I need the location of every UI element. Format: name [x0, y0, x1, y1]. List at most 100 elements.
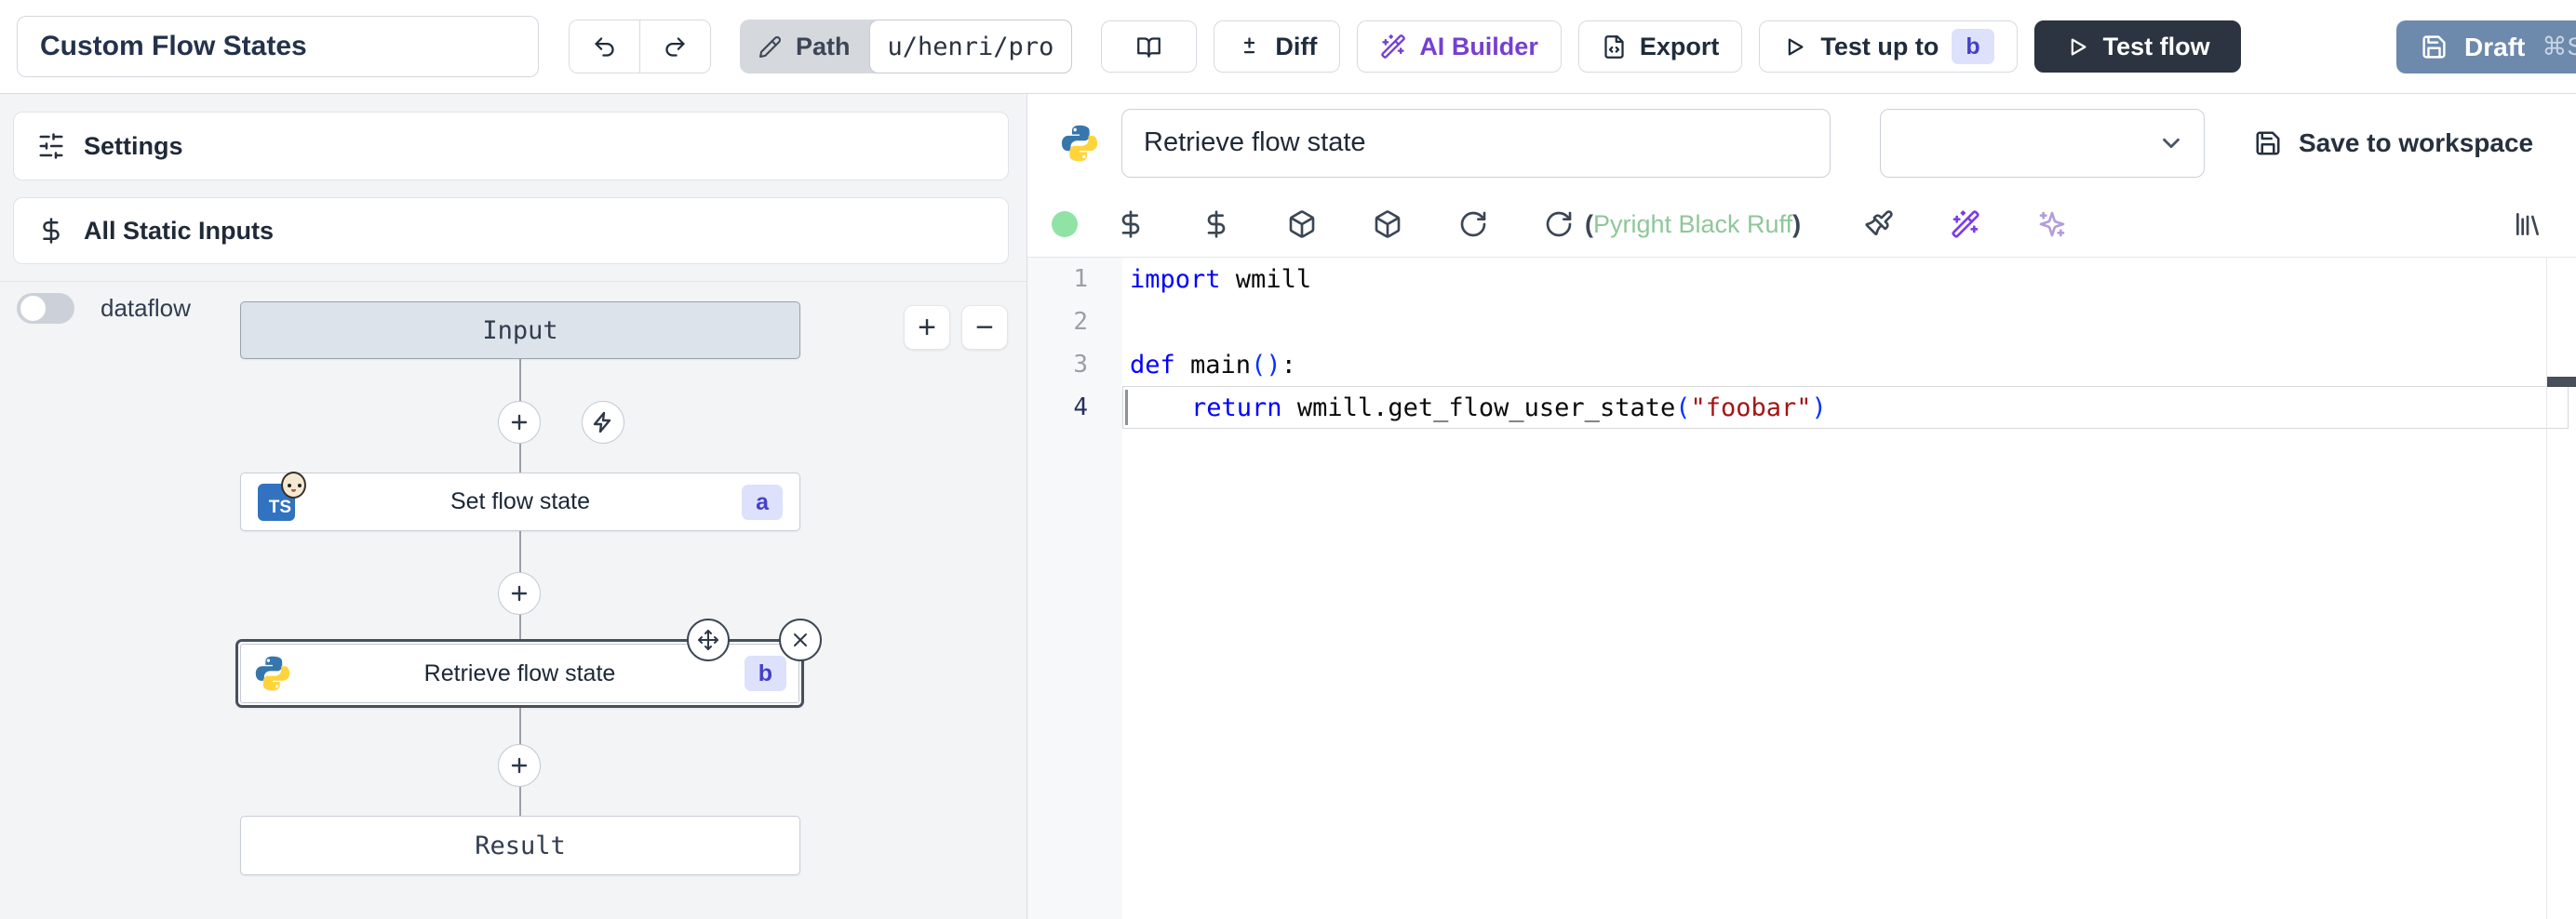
flow-graph-panel: Settings All Static Inputs dataflow + − … — [0, 94, 1027, 919]
play-icon — [1782, 34, 1807, 60]
step-header: Save to workspace — [1027, 94, 2576, 192]
code-assistants-label[interactable]: (Pyright Black Ruff) — [1585, 210, 1801, 239]
step-id-badge: a — [742, 485, 783, 520]
reload-icon[interactable] — [1544, 209, 1574, 239]
zoom-in-button[interactable]: + — [904, 305, 950, 350]
docs-button[interactable] — [1101, 20, 1197, 73]
main-split: Settings All Static Inputs dataflow + − … — [0, 94, 2576, 919]
line-number: 4 — [1027, 393, 1122, 421]
line-number: 3 — [1027, 351, 1122, 379]
move-step-button[interactable] — [687, 619, 730, 661]
format-brush-icon[interactable] — [1864, 209, 1894, 239]
diff-icon — [1237, 34, 1262, 60]
lsp-status-dot — [1052, 211, 1078, 237]
all-static-inputs-label: All Static Inputs — [84, 217, 274, 246]
dataflow-toggle-row: dataflow — [17, 293, 191, 324]
test-up-to-button[interactable]: Test up to b — [1759, 20, 2017, 73]
bun-icon — [281, 472, 306, 499]
save-draft-button[interactable]: Draft ⌘S — [2396, 20, 2576, 73]
insert-step-button[interactable] — [498, 744, 541, 787]
chevron-down-icon — [2157, 129, 2185, 157]
flow-name-input[interactable] — [17, 16, 539, 77]
test-up-to-step-badge: b — [1952, 29, 1993, 64]
plus-icon — [508, 754, 530, 777]
top-toolbar: Path u/henri/pro Diff AI Builder Export … — [0, 0, 2576, 94]
typescript-bun-icon: TS — [258, 484, 295, 521]
delete-step-button[interactable] — [779, 619, 822, 661]
dollar-icon[interactable] — [1116, 209, 1146, 239]
code-line[interactable]: 1import wmill — [1027, 258, 2576, 300]
export-button[interactable]: Export — [1578, 20, 1743, 73]
move-icon — [697, 629, 719, 651]
path-value[interactable]: u/henri/pro — [869, 20, 1073, 73]
undo-icon — [592, 34, 617, 60]
draft-shortcut: ⌘S — [2542, 33, 2576, 61]
flow-node-result[interactable]: Result — [240, 816, 800, 875]
all-static-inputs-row[interactable]: All Static Inputs — [13, 197, 1009, 264]
flow-editor-screen: Path u/henri/pro Diff AI Builder Export … — [0, 0, 2576, 919]
step-editor-panel: Save to workspace (Pyright Black Ruff) — [1027, 94, 2576, 919]
insert-step-button[interactable] — [498, 401, 541, 444]
flow-graph: dataflow + − Input TS — [0, 281, 1026, 919]
undo-button[interactable] — [570, 20, 639, 73]
code-line[interactable]: 2 — [1027, 300, 2576, 343]
step-name-input[interactable] — [1121, 109, 1831, 178]
undo-redo-group — [569, 20, 711, 73]
play-icon — [2065, 34, 2090, 60]
code-editor[interactable]: 1import wmill23def main():4 return wmill… — [1027, 257, 2576, 919]
wand-sparkles-icon — [1380, 33, 1406, 60]
diff-button[interactable]: Diff — [1214, 20, 1340, 73]
package-icon[interactable] — [1287, 209, 1317, 239]
redo-button[interactable] — [639, 20, 710, 73]
code-line-text[interactable] — [1122, 300, 2569, 343]
dollar-icon — [37, 217, 65, 245]
zoom-out-button[interactable]: − — [961, 305, 1008, 350]
code-line-text[interactable]: def main(): — [1122, 343, 2569, 386]
plus-icon — [508, 411, 530, 433]
line-number: 2 — [1027, 308, 1122, 336]
zap-icon — [592, 411, 614, 433]
file-code-icon — [1602, 34, 1627, 60]
flow-node-set-flow-state[interactable]: TS Set flow state a — [240, 473, 800, 531]
dollar-icon[interactable] — [1201, 209, 1231, 239]
plus-icon — [508, 582, 530, 605]
path-label: Path — [740, 20, 869, 73]
save-icon — [2254, 129, 2282, 157]
code-lines: 1import wmill23def main():4 return wmill… — [1027, 258, 2576, 429]
code-line[interactable]: 4 return wmill.get_flow_user_state("foob… — [1027, 386, 2576, 429]
flow-node-input[interactable]: Input — [240, 301, 800, 359]
editor-scrollbar[interactable] — [2546, 258, 2547, 919]
save-icon — [2421, 33, 2448, 60]
code-line-text[interactable]: return wmill.get_flow_user_state("foobar… — [1122, 386, 2569, 429]
editor-toolbar: (Pyright Black Ruff) — [1027, 192, 2576, 257]
toggle-knob — [20, 296, 46, 321]
redo-icon — [663, 34, 688, 60]
step-id-badge: b — [745, 656, 786, 691]
code-line[interactable]: 3def main(): — [1027, 343, 2576, 386]
line-number: 1 — [1027, 265, 1122, 293]
sliders-icon — [37, 132, 65, 160]
insert-trigger-button[interactable] — [582, 401, 624, 444]
ai-wand-icon[interactable] — [1951, 209, 1980, 239]
python-icon — [253, 654, 292, 693]
book-open-icon — [1136, 34, 1161, 60]
test-flow-button[interactable]: Test flow — [2034, 20, 2241, 73]
package-icon[interactable] — [1373, 209, 1402, 239]
settings-label: Settings — [84, 132, 183, 161]
editor-cursor — [1125, 390, 1128, 425]
script-fork-select[interactable] — [1880, 109, 2205, 178]
library-icon[interactable] — [2513, 209, 2542, 239]
dataflow-toggle[interactable] — [17, 293, 74, 324]
path-control[interactable]: Path u/henri/pro — [740, 20, 1072, 73]
pencil-icon — [758, 35, 782, 59]
reload-icon[interactable] — [1458, 209, 1488, 239]
insert-step-button[interactable] — [498, 572, 541, 615]
close-icon — [789, 629, 812, 651]
dataflow-label: dataflow — [101, 294, 191, 323]
settings-row[interactable]: Settings — [13, 112, 1009, 180]
code-line-text[interactable]: import wmill — [1122, 258, 2569, 300]
sparkles-icon[interactable] — [2037, 209, 2067, 239]
ai-builder-button[interactable]: AI Builder — [1357, 20, 1562, 73]
python-icon — [1059, 123, 1100, 164]
save-to-workspace-button[interactable]: Save to workspace — [2254, 128, 2533, 158]
